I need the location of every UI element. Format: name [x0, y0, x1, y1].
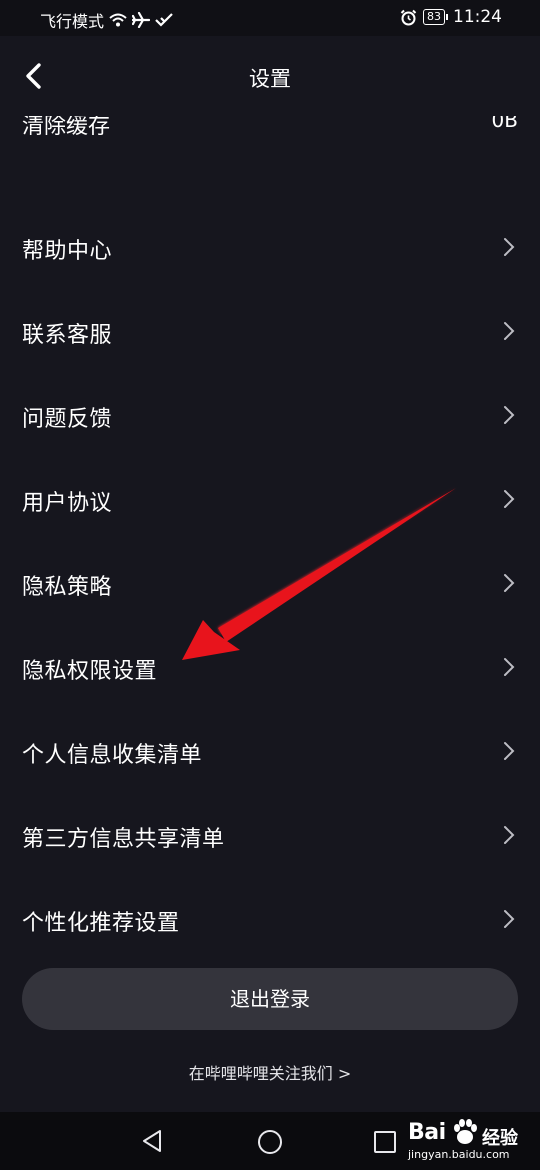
nav-recents-icon[interactable]	[373, 1130, 397, 1154]
menu-item-personalized-recommendation[interactable]: 个性化推荐设置	[0, 878, 540, 962]
menu-item-privacy-permissions[interactable]: 隐私权限设置	[0, 626, 540, 710]
watermark-url: jingyan.baidu.com	[408, 1148, 510, 1161]
menu-item-label: 隐私权限设置	[22, 659, 158, 684]
airplane-icon	[132, 12, 151, 28]
chevron-right-icon	[504, 322, 515, 340]
chevron-right-icon	[504, 238, 515, 256]
chevron-right-icon	[504, 826, 515, 844]
status-time: 11:24	[453, 7, 502, 27]
chevron-right-icon	[504, 742, 515, 760]
menu-item-label: 第三方信息共享清单	[22, 827, 225, 852]
watermark-logo-text: Bai	[408, 1120, 446, 1145]
page-title: 设置	[249, 67, 291, 91]
chevron-right-icon	[504, 658, 515, 676]
menu-item-personal-info-list[interactable]: 个人信息收集清单	[0, 710, 540, 794]
chevron-right-icon	[504, 574, 515, 592]
paw-icon	[454, 1119, 477, 1144]
page-header: 设置	[0, 36, 540, 116]
watermark-cn-text: 经验	[482, 1128, 518, 1149]
status-bar: 飞行模式 83 11:24	[0, 0, 540, 36]
menu-item-feedback[interactable]: 问题反馈	[0, 374, 540, 458]
menu-item-label: 帮助中心	[22, 239, 113, 264]
chevron-right-icon	[504, 490, 515, 508]
menu-item-customer-service[interactable]: 联系客服	[0, 290, 540, 374]
wifi-icon	[109, 13, 127, 27]
menu-item-label: 个人信息收集清单	[22, 743, 203, 768]
menu-item-help-center[interactable]: 帮助中心	[0, 206, 540, 290]
menu-item-label: 个性化推荐设置	[22, 911, 180, 936]
baidu-jingyan-watermark: Bai 经验 jingyan.baidu.com	[402, 1116, 532, 1166]
menu-item-label: 联系客服	[22, 323, 113, 348]
menu-item-user-agreement[interactable]: 用户协议	[0, 458, 540, 542]
status-left: 飞行模式	[40, 8, 173, 32]
chevron-right-icon	[504, 406, 515, 424]
menu-item-label: 隐私策略	[22, 575, 113, 600]
nav-home-icon[interactable]	[256, 1128, 284, 1156]
signal-icon	[155, 13, 173, 27]
menu-item-third-party-sharing[interactable]: 第三方信息共享清单	[0, 794, 540, 878]
menu-item-label: 用户协议	[22, 491, 113, 516]
follow-us-link[interactable]: 在哔哩哔哩关注我们 >	[0, 1060, 540, 1084]
status-right: 83 11:24	[400, 7, 502, 27]
airplane-mode-text: 飞行模式	[40, 12, 105, 31]
chevron-right-icon	[504, 910, 515, 928]
alarm-icon	[400, 9, 417, 25]
nav-back-icon[interactable]	[140, 1128, 166, 1154]
logout-button[interactable]: 退出登录	[22, 968, 518, 1030]
menu-item-privacy-policy[interactable]: 隐私策略	[0, 542, 540, 626]
battery-level: 83	[423, 9, 448, 25]
settings-menu-list: 帮助中心 联系客服 问题反馈 用户协议 隐私策略 隐私权限设置 个人信息收集清单…	[0, 206, 540, 962]
menu-item-label: 问题反馈	[22, 407, 113, 432]
system-nav-bar: Bai 经验 jingyan.baidu.com	[0, 1112, 540, 1170]
